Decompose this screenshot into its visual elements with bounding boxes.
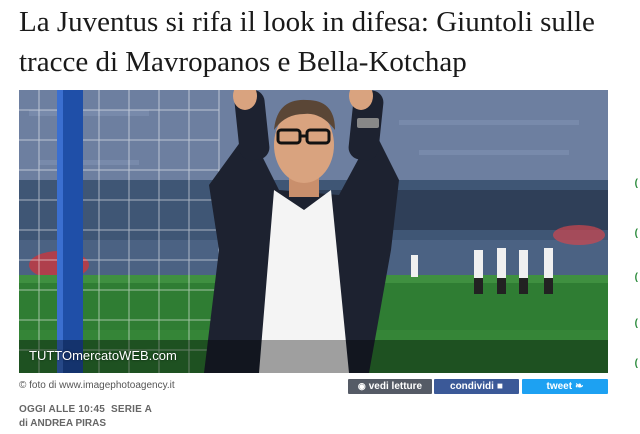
facebook-icon: ■ <box>496 381 503 392</box>
rail-bullet-icon: ( <box>634 318 638 329</box>
eye-icon: ◉ <box>357 381 366 391</box>
twitter-bird-icon: ❧ <box>575 381 584 392</box>
rail-bullet-icon: ( <box>634 272 638 283</box>
tweet-label: tweet <box>546 381 573 392</box>
article-meta: OGGI ALLE 10:45 SERIE A <box>19 404 152 415</box>
view-reads-label: vedi letture <box>368 381 423 392</box>
rail-bullet-icon: ( <box>634 358 638 369</box>
article-category[interactable]: SERIE A <box>111 404 152 415</box>
share-label: condividi <box>450 381 494 392</box>
article-title: La Juventus si rifa il look in difesa: G… <box>19 6 595 78</box>
tweet-button[interactable]: tweet ❧ <box>522 379 608 394</box>
article-photo: TUTTOmercatoWEB.com <box>19 90 608 373</box>
rail-bullet-icon: ( <box>634 228 638 239</box>
photo-credit: © foto di www.imagephotoagency.it <box>19 380 175 391</box>
photo-watermark: TUTTOmercatoWEB.com <box>29 348 177 363</box>
share-facebook-button[interactable]: condividi ■ <box>434 379 519 394</box>
view-reads-button[interactable]: ◉ vedi letture <box>348 379 432 394</box>
rail-bullet-icon: ( <box>634 178 638 189</box>
article-author: di ANDREA PIRAS <box>19 418 107 429</box>
article-date: OGGI ALLE 10:45 <box>19 404 105 415</box>
